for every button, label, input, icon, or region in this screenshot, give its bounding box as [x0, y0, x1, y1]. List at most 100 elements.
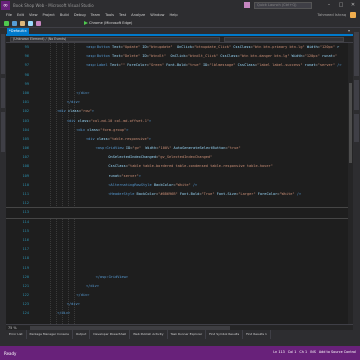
- line-number: 107: [22, 155, 30, 160]
- start-debugging-button[interactable]: Chrome (Microsoft Edge): [84, 21, 132, 25]
- code-line[interactable]: 120 </asp:GridView>: [6, 273, 353, 282]
- menu-item-edit[interactable]: Edit: [17, 13, 24, 17]
- code-line[interactable]: 99: [6, 80, 353, 89]
- tool-tab[interactable]: Package Manager Console: [27, 330, 73, 339]
- menu-item-analyze[interactable]: Analyze: [131, 13, 145, 17]
- tool-tab[interactable]: Developer PowerShell: [90, 330, 131, 339]
- code-line[interactable]: 103 <div class="col-md-10 col-md-offset-1…: [6, 117, 353, 126]
- code-line[interactable]: 114: [6, 218, 353, 227]
- line-number: 106: [22, 146, 30, 151]
- menu-item-project[interactable]: Project: [43, 13, 55, 17]
- code-line[interactable]: 104 <div class="form-group">: [6, 126, 353, 135]
- code-line[interactable]: 101 </div>: [6, 98, 353, 107]
- tool-tab[interactable]: Find Results 1: [243, 330, 271, 339]
- scrollbar-thumb[interactable]: [349, 83, 352, 163]
- quick-launch-input[interactable]: Quick Launch (Ctrl+Q): [254, 2, 312, 9]
- code-line[interactable]: 108 CssClass="table table-bordered table-…: [6, 162, 353, 171]
- close-icon[interactable]: ✕: [348, 1, 358, 9]
- line-number: 99: [24, 81, 29, 86]
- navigation-bar: (Unknown Element) / (No Events): [6, 36, 353, 43]
- maximize-icon[interactable]: □: [336, 1, 346, 9]
- tool-window-tabs: Error List Package Manager Console Output D…: [6, 330, 353, 339]
- tool-tab[interactable]: Output: [73, 330, 91, 339]
- code-line[interactable]: 117: [6, 245, 353, 254]
- tool-tab[interactable]: Web Publish Activity: [130, 330, 168, 339]
- code-line[interactable]: 118: [6, 254, 353, 263]
- data-sources-tab[interactable]: [1, 112, 5, 152]
- menu-item-file[interactable]: File: [6, 13, 12, 17]
- toolbox-tab[interactable]: [1, 78, 5, 108]
- code-line[interactable]: 98: [6, 71, 353, 80]
- code-editor[interactable]: 95 <asp:Button Text="Update" ID="btnupdat…: [6, 43, 353, 324]
- code-text: CssClass="table table-bordered table-con…: [108, 164, 273, 169]
- avatar[interactable]: [350, 12, 356, 18]
- code-line[interactable]: 112: [6, 199, 353, 208]
- code-text: </asp:GridView>: [95, 274, 129, 279]
- code-line[interactable]: 107 OnSelectedIndexChanged="gv_SelectedIn…: [6, 153, 353, 162]
- line-number: 104: [22, 127, 30, 132]
- code-text: <asp:Button Text="Delete" ID="btndlt" On…: [86, 54, 338, 59]
- code-text: <div class="row">: [57, 109, 95, 114]
- code-line[interactable]: 119: [6, 264, 353, 273]
- tool-tab[interactable]: Task Runner Explorer: [168, 330, 207, 339]
- menu-item-help[interactable]: Help: [169, 13, 177, 17]
- tool-tab[interactable]: Find Symbol Results: [206, 330, 244, 339]
- line-number: 117: [22, 247, 30, 252]
- code-text: <div class="form-group">: [76, 127, 129, 132]
- status-item: INS: [310, 350, 316, 354]
- user-name[interactable]: Tahmeed Ishraq: [317, 13, 346, 17]
- minimize-icon[interactable]: –: [324, 1, 334, 9]
- element-dropdown[interactable]: (Unknown Element) / (No Events): [10, 37, 220, 42]
- properties-tab[interactable]: [354, 114, 359, 142]
- forward-icon[interactable]: [12, 20, 17, 26]
- document-tab-strip: *Default × ▾: [6, 28, 353, 36]
- code-line[interactable]: 105 <div class="table-responsive">: [6, 135, 353, 144]
- code-text: </div>: [76, 90, 90, 95]
- code-line[interactable]: 106 <asp:GridView ID="gv" Width="100%" Au…: [6, 144, 353, 153]
- menu-item-team[interactable]: Team: [91, 13, 101, 17]
- close-tab-icon[interactable]: ×: [24, 28, 27, 35]
- code-line[interactable]: 102 <div class="row">: [6, 107, 353, 116]
- undo-icon[interactable]: [36, 20, 41, 26]
- code-line[interactable]: 124 </div>: [6, 309, 353, 318]
- server-explorer-tab[interactable]: [1, 34, 5, 74]
- back-icon[interactable]: [4, 20, 9, 26]
- member-dropdown[interactable]: [224, 37, 344, 42]
- code-line[interactable]: 111 <HeaderStyle BackColor="#6B696B" Font…: [6, 190, 353, 199]
- right-tool-rail: [353, 28, 360, 346]
- current-line[interactable]: 113: [6, 207, 353, 219]
- status-item[interactable]: Add to Source Control: [319, 350, 356, 354]
- code-line[interactable]: 110 <AlternatingRowStyle BackColor="White…: [6, 181, 353, 190]
- code-line[interactable]: 100 </div>: [6, 89, 353, 98]
- code-line[interactable]: 97 <asp:Label Text="" ForeColor="Green" F…: [6, 61, 353, 70]
- code-line[interactable]: 116: [6, 236, 353, 245]
- menu-item-debug[interactable]: Debug: [74, 13, 86, 17]
- code-line[interactable]: 95 <asp:Button Text="Update" ID="btnupdat…: [6, 43, 353, 52]
- code-line[interactable]: 122 </div>: [6, 291, 353, 300]
- menu-item-view[interactable]: View: [29, 13, 38, 17]
- window-title: Book Shop Web - Microsoft Visual Studio: [13, 3, 94, 8]
- code-line[interactable]: 115: [6, 227, 353, 236]
- menu-item-tools[interactable]: Tools: [105, 13, 114, 17]
- line-number: 120: [22, 274, 30, 279]
- title-bar: ∞ Book Shop Web - Microsoft Visual Studi…: [0, 0, 360, 11]
- team-explorer-tab[interactable]: [354, 80, 359, 110]
- chevron-down-icon[interactable]: ▾: [348, 28, 350, 33]
- menu-item-test[interactable]: Test: [119, 13, 126, 17]
- line-number: 112: [22, 201, 30, 206]
- code-line[interactable]: 121 </div>: [6, 282, 353, 291]
- solution-explorer-tab[interactable]: [354, 32, 359, 76]
- notification-flag-icon[interactable]: [244, 2, 250, 8]
- code-line[interactable]: 96 <asp:Button Text="Delete" ID="btndlt" …: [6, 52, 353, 61]
- menu-item-window[interactable]: Window: [150, 13, 164, 17]
- code-text: </div>: [86, 283, 99, 288]
- menu-item-build[interactable]: Build: [60, 13, 69, 17]
- open-folder-icon[interactable]: [20, 20, 25, 26]
- vertical-scrollbar[interactable]: [348, 43, 353, 324]
- tab-default-aspx[interactable]: *Default ×: [7, 28, 29, 35]
- code-line[interactable]: 123 </div>: [6, 300, 353, 309]
- code-line[interactable]: 109 runat="server">: [6, 172, 353, 181]
- tool-tab[interactable]: Error List: [6, 330, 27, 339]
- save-icon[interactable]: [28, 20, 33, 26]
- line-number: 103: [22, 118, 30, 123]
